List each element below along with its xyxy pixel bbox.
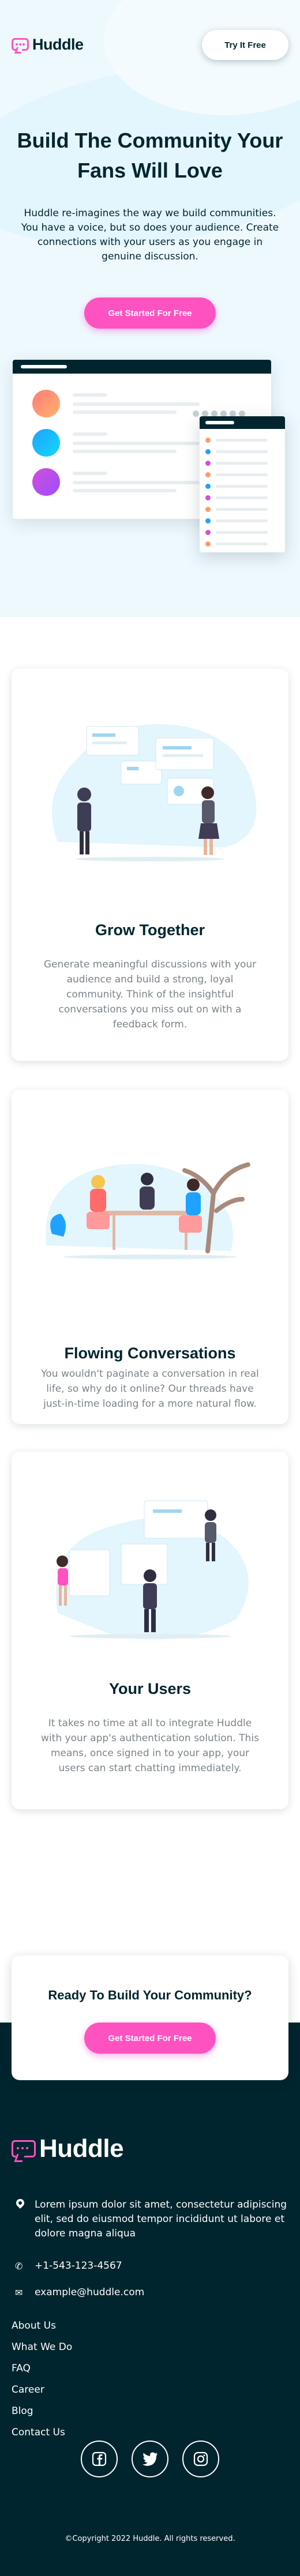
feature-card-your-users: Your Users It takes no time at all to in… — [12, 1452, 288, 1809]
footer-link-what-we-do[interactable]: What We Do — [12, 2337, 127, 2358]
mockup-mobile-window — [200, 416, 285, 552]
feature-description: You wouldn't paginate a conversation in … — [41, 1368, 259, 1410]
instagram-icon[interactable] — [182, 2441, 219, 2477]
logo[interactable]: Huddle — [12, 35, 84, 54]
feature-card-grow-together: Grow Together Generate meaningful discus… — [12, 669, 288, 1061]
location-pin-icon — [14, 2197, 26, 2209]
footer-logo[interactable]: Huddle — [12, 2134, 124, 2163]
get-started-button[interactable]: Get Started For Free — [84, 297, 216, 329]
app-mockup-illustration — [13, 360, 285, 552]
hero-description: Huddle re-imagines the way we build comm… — [21, 208, 279, 262]
phone-text: +1-543-123-4567 — [35, 2260, 122, 2272]
footer-logo-text: Huddle — [39, 2134, 124, 2163]
cta-title: Ready To Build Your Community? — [48, 1988, 252, 2002]
email-icon: ✉ — [15, 2287, 23, 2298]
feature-title: Your Users — [108, 1680, 192, 1697]
phone-icon: ✆ — [15, 2261, 23, 2272]
facebook-icon[interactable] — [81, 2441, 118, 2477]
footer-link-career[interactable]: Career — [12, 2379, 127, 2401]
footer-address: Lorem ipsum dolor sit amet, consectetur … — [12, 2197, 288, 2250]
site-footer: Huddle Lorem ipsum dolor sit amet, conse… — [0, 2023, 300, 2576]
cta-card: Ready To Build Your Community? Get Start… — [12, 1956, 288, 2080]
feature-description: Generate meaningful discussions with you… — [43, 959, 257, 1030]
footer-link-about-us[interactable]: About Us — [12, 2315, 127, 2337]
footer-link-blog[interactable]: Blog — [12, 2401, 127, 2422]
feature-title: Grow Together — [95, 921, 205, 939]
email-text: example@huddle.com — [35, 2287, 145, 2298]
try-it-free-button[interactable]: Try It Free — [202, 30, 288, 60]
logo-text: Huddle — [32, 35, 84, 53]
chat-bubble-logo-icon — [12, 2140, 36, 2157]
get-started-button[interactable]: Get Started For Free — [84, 2023, 216, 2054]
footer-nav: About Us What We Do FAQ Career Blog Cont… — [12, 2315, 127, 2443]
twitter-icon[interactable] — [132, 2441, 168, 2477]
your-users-illustration — [55, 1500, 249, 1640]
hero-title: Build The Community Your Fans Will Love — [17, 129, 283, 182]
hero-section: Huddle Try It Free Build The Community Y… — [0, 0, 300, 617]
copyright-text: ©Copyright 2022 Huddle. All rights reser… — [65, 2534, 235, 2543]
feature-description: It takes no time at all to integrate Hud… — [41, 1718, 259, 1774]
chat-bubble-logo-icon — [12, 38, 29, 51]
site-header: Huddle Try It Free — [12, 30, 288, 60]
flowing-conversations-illustration — [46, 1162, 250, 1259]
address-text: Lorem ipsum dolor sit amet, consectetur … — [35, 2199, 287, 2239]
social-links — [81, 2441, 219, 2477]
feature-card-flowing-conversations: Flowing Conversations You wouldn't pagin… — [12, 1090, 288, 1424]
grow-together-illustration — [52, 724, 257, 861]
footer-link-faq[interactable]: FAQ — [12, 2358, 127, 2379]
feature-title: Flowing Conversations — [64, 1345, 236, 1362]
footer-phone: ✆ +1-543-123-4567 — [12, 2259, 288, 2274]
footer-email: ✉ example@huddle.com — [12, 2285, 288, 2300]
